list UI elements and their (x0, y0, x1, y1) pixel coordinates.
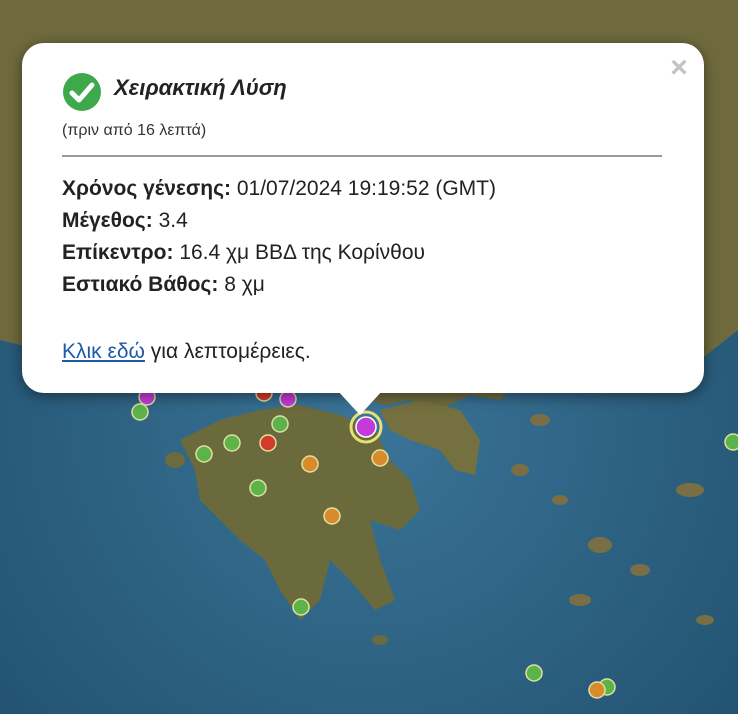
details-link[interactable]: Κλικ εδώ (62, 340, 145, 363)
origin-time-row: Χρόνος γένεσης: 01/07/2024 19:19:52 (GMT… (62, 177, 496, 201)
origin-time-label: Χρόνος γένεσης: (62, 177, 231, 200)
earthquake-marker-green[interactable] (131, 403, 149, 421)
island (511, 464, 529, 476)
island (630, 564, 650, 576)
island (676, 483, 704, 497)
selected-earthquake-marker[interactable] (355, 416, 377, 438)
epicenter-row: Επίκεντρο: 16.4 χμ ΒΒΔ της Κορίνθου (62, 241, 425, 265)
origin-time-value: 01/07/2024 19:19:52 (GMT) (236, 177, 497, 200)
earthquake-marker-green[interactable] (249, 479, 267, 497)
time-ago: (πριν από 16 λεπτά) (62, 122, 207, 139)
magnitude-label: Μέγεθος: (62, 209, 153, 232)
earthquake-marker-red[interactable] (259, 434, 277, 452)
earthquake-marker-green[interactable] (271, 415, 289, 433)
close-icon[interactable]: × (666, 53, 692, 83)
earthquake-marker-magenta[interactable] (279, 390, 297, 408)
island (552, 495, 568, 505)
epicenter-value: 16.4 χμ ΒΒΔ της Κορίνθου (179, 241, 426, 264)
earthquake-marker-orange[interactable] (588, 681, 606, 699)
earthquake-marker-green[interactable] (525, 664, 543, 682)
earthquake-marker-green[interactable] (195, 445, 213, 463)
details-row: Κλικ εδώ για λεπτομέρειες. (62, 340, 311, 364)
earthquake-marker-green[interactable] (223, 434, 241, 452)
island (530, 414, 550, 426)
island (372, 635, 388, 645)
magnitude-row: Μέγεθος: 3.4 (62, 209, 188, 233)
magnitude-value: 3.4 (158, 209, 188, 232)
depth-label: Εστιακό Βάθος: (62, 273, 219, 296)
island (569, 594, 591, 606)
earthquake-marker-green[interactable] (724, 433, 738, 451)
earthquake-marker-green[interactable] (292, 598, 310, 616)
popup-pointer (336, 389, 384, 415)
island (165, 452, 185, 468)
earthquake-marker-orange[interactable] (323, 507, 341, 525)
depth-value: 8 χμ (224, 273, 265, 296)
details-suffix: για λεπτομέρειες. (144, 340, 311, 363)
island (696, 615, 714, 625)
earthquake-popup: × Χειρακτική Λύση (πριν από 16 λεπτά) Χρ… (22, 43, 704, 393)
divider (62, 155, 662, 157)
epicenter-label: Επίκεντρο: (62, 241, 174, 264)
depth-row: Εστιακό Βάθος: 8 χμ (62, 273, 265, 297)
island (588, 537, 612, 553)
check-circle-icon (63, 73, 101, 111)
popup-title: Χειρακτική Λύση (114, 75, 287, 100)
earthquake-marker-orange[interactable] (371, 449, 389, 467)
earthquake-marker-orange[interactable] (301, 455, 319, 473)
